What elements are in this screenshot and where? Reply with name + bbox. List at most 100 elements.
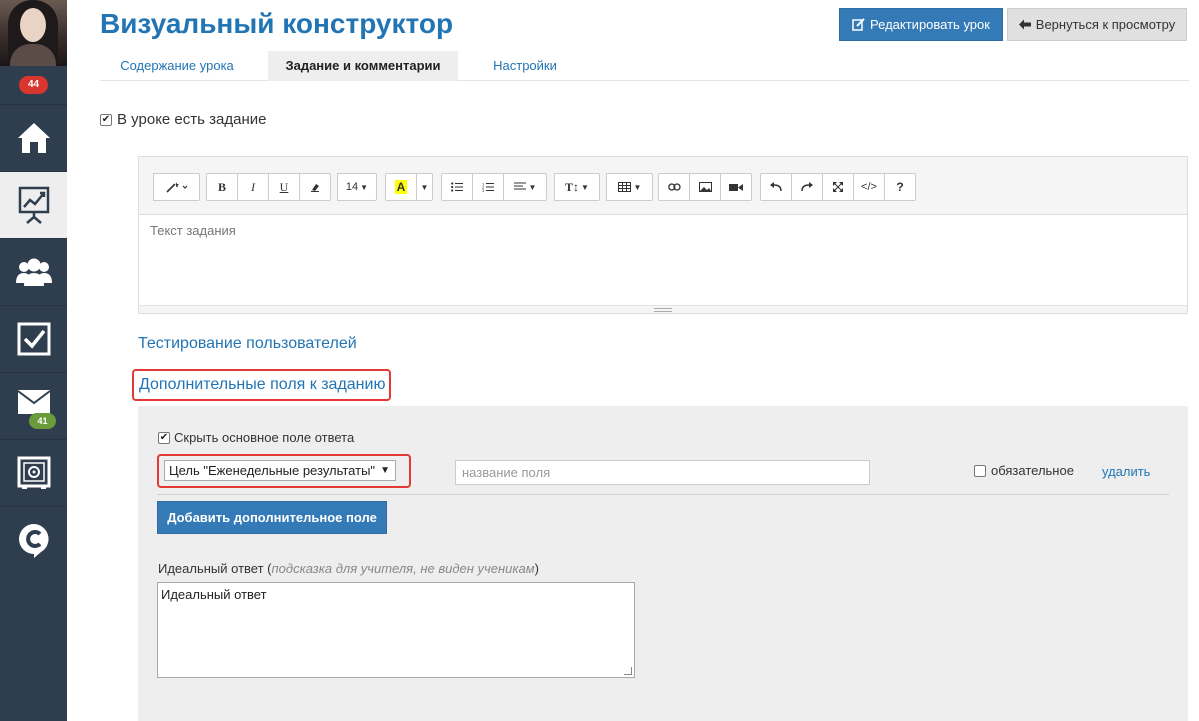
- link-icon: [667, 183, 681, 191]
- highlight-color-button[interactable]: A: [385, 173, 417, 201]
- underline-button[interactable]: U: [268, 173, 300, 201]
- image-icon: [698, 182, 712, 192]
- back-to-view-button[interactable]: Вернуться к просмотру: [1007, 8, 1187, 41]
- bold-icon: B: [217, 179, 226, 194]
- arrow-left-icon: [1018, 19, 1031, 30]
- line-height-dropdown[interactable]: T↕ ▼: [554, 173, 600, 201]
- underline-icon: U: [279, 179, 289, 194]
- required-checkbox[interactable]: [974, 464, 986, 477]
- sidebar: 44 41: [0, 0, 67, 721]
- redo-icon: [801, 182, 813, 192]
- italic-icon: I: [251, 179, 255, 194]
- divider: [157, 494, 1169, 495]
- link-button[interactable]: [658, 173, 690, 201]
- hide-main-field-label: Скрыть основное поле ответа: [174, 430, 355, 445]
- caret-down-icon: ▼: [380, 465, 390, 476]
- bold-button[interactable]: B: [206, 173, 238, 201]
- tab-bar: Содержание урока Задание и комментарии Н…: [100, 51, 1189, 81]
- code-view-button[interactable]: </>: [853, 173, 885, 201]
- sidebar-item-home[interactable]: [0, 104, 67, 171]
- user-testing-link[interactable]: Тестирование пользователей: [138, 335, 357, 353]
- tab-settings[interactable]: Настройки: [475, 51, 575, 81]
- ideal-answer-title: Идеальный ответ: [158, 561, 264, 576]
- edit-lesson-label: Редактировать урок: [870, 17, 990, 32]
- field-type-value: Цель "Еженедельные результаты": [169, 463, 376, 478]
- align-dropdown[interactable]: ▼: [503, 173, 547, 201]
- highlight-color-icon: A: [394, 180, 408, 194]
- extra-fields-link[interactable]: Дополнительные поля к заданию: [139, 376, 385, 394]
- rich-text-editor: B I U 14 ▼ A ▼ 123 ▼ T↕ ▼ ▼ </> ? Текст …: [138, 156, 1188, 314]
- undo-button[interactable]: [760, 173, 792, 201]
- redo-button[interactable]: [791, 173, 823, 201]
- sidebar-item-safe[interactable]: [0, 439, 67, 506]
- caret-down-icon: ▼: [360, 182, 369, 192]
- page-title: Визуальный конструктор: [100, 8, 454, 39]
- ideal-answer-textarea[interactable]: Идеальный ответ: [157, 582, 635, 678]
- resize-handle-icon[interactable]: [624, 667, 632, 675]
- add-extra-field-button[interactable]: Добавить дополнительное поле: [157, 501, 387, 534]
- fullscreen-button[interactable]: [822, 173, 854, 201]
- task-text-placeholder[interactable]: Текст задания: [150, 223, 236, 238]
- editor-toolbar: B I U 14 ▼ A ▼ 123 ▼ T↕ ▼ ▼ </> ?: [139, 157, 1187, 215]
- unordered-list-button[interactable]: [441, 173, 473, 201]
- help-button[interactable]: ?: [884, 173, 916, 201]
- highlight-color-dropdown[interactable]: ▼: [416, 173, 433, 201]
- sidebar-item-presentation[interactable]: [0, 171, 67, 238]
- ideal-answer-hint-close: ): [534, 561, 540, 576]
- magic-wand-icon: [165, 182, 187, 193]
- ideal-answer-value: Идеальный ответ: [161, 587, 267, 602]
- help-icon: ?: [896, 180, 904, 194]
- magic-wand-button[interactable]: [153, 173, 200, 201]
- table-icon: [617, 182, 631, 192]
- clear-format-button[interactable]: [299, 173, 331, 201]
- c-logo-icon: [18, 524, 49, 558]
- unordered-list-icon: [451, 182, 463, 192]
- ideal-answer-label: Идеальный ответ (подсказка для учителя, …: [158, 561, 539, 576]
- font-size-dropdown[interactable]: 14 ▼: [337, 173, 377, 201]
- sidebar-item-tasks[interactable]: [0, 305, 67, 372]
- users-group-icon: [15, 258, 52, 286]
- video-icon: [729, 183, 743, 191]
- delete-field-link[interactable]: удалить: [1102, 464, 1150, 479]
- field-type-select[interactable]: Цель "Еженедельные результаты" ▼: [164, 460, 396, 481]
- grip-icon: [654, 308, 672, 312]
- hide-main-field-row: ✔ Скрыть основное поле ответа: [158, 430, 354, 445]
- messages-badge: 41: [29, 413, 56, 429]
- safe-icon: [17, 456, 50, 489]
- italic-button[interactable]: I: [237, 173, 269, 201]
- envelope-icon: [16, 390, 51, 414]
- required-row: обязательное: [974, 463, 1074, 478]
- undo-icon: [770, 182, 782, 192]
- avatar[interactable]: [0, 0, 67, 66]
- has-task-label: В уроке есть задание: [117, 111, 267, 128]
- font-size-value: 14: [345, 181, 359, 193]
- ordered-list-icon: 123: [482, 182, 494, 192]
- sidebar-item-users[interactable]: [0, 238, 67, 305]
- sidebar-item-messages[interactable]: 41: [0, 372, 67, 439]
- notifications-badge[interactable]: 44: [19, 76, 48, 94]
- eraser-icon: [311, 184, 319, 192]
- editor-resize-handle[interactable]: [139, 305, 1187, 313]
- table-dropdown[interactable]: ▼: [606, 173, 653, 201]
- tab-task-comments[interactable]: Задание и комментарии: [268, 51, 458, 81]
- sidebar-item-logo[interactable]: [0, 506, 67, 573]
- code-view-icon: </>: [861, 181, 877, 193]
- home-icon: [17, 123, 50, 153]
- required-label: обязательное: [991, 463, 1074, 478]
- edit-lesson-button[interactable]: Редактировать урок: [839, 8, 1003, 41]
- back-to-view-label: Вернуться к просмотру: [1035, 17, 1176, 32]
- image-button[interactable]: [689, 173, 721, 201]
- hide-main-field-checkbox[interactable]: ✔: [158, 431, 170, 444]
- ordered-list-button[interactable]: 123: [472, 173, 504, 201]
- notifications-row: 44: [0, 66, 67, 104]
- checkbox-icon: [17, 322, 50, 356]
- video-button[interactable]: [720, 173, 752, 201]
- has-task-row: ✔ В уроке есть задание: [100, 111, 266, 128]
- tab-lesson-content[interactable]: Содержание урока: [100, 51, 254, 81]
- field-name-input[interactable]: название поля: [455, 460, 870, 485]
- caret-down-icon: ▼: [528, 182, 537, 192]
- has-task-checkbox[interactable]: ✔: [100, 113, 112, 126]
- caret-down-icon: ▼: [633, 182, 642, 192]
- ideal-answer-hint-open: (: [263, 561, 272, 576]
- line-height-icon: T↕: [565, 179, 580, 194]
